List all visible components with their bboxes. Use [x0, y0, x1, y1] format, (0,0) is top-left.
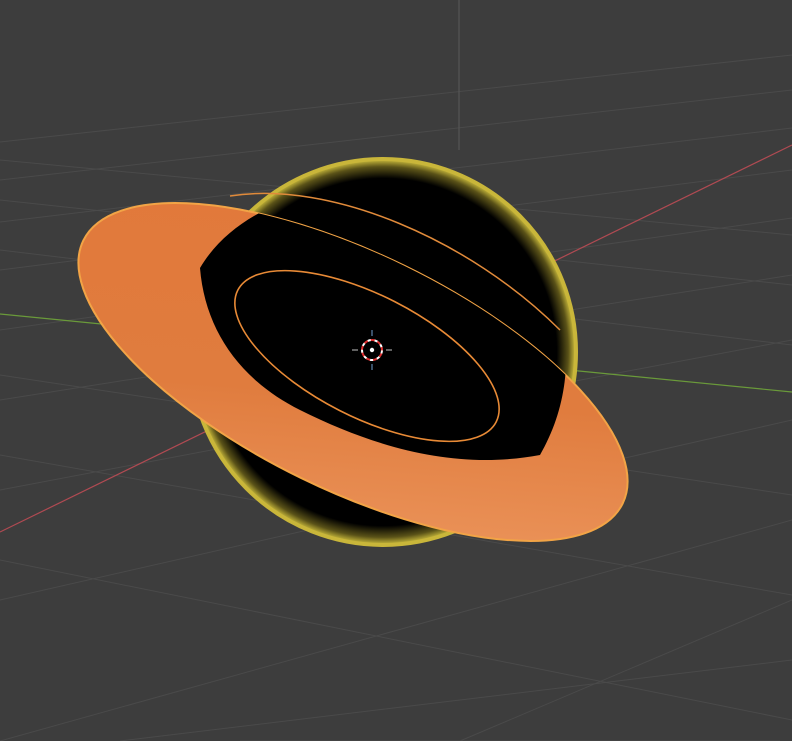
3d-viewport[interactable]: [0, 0, 792, 741]
